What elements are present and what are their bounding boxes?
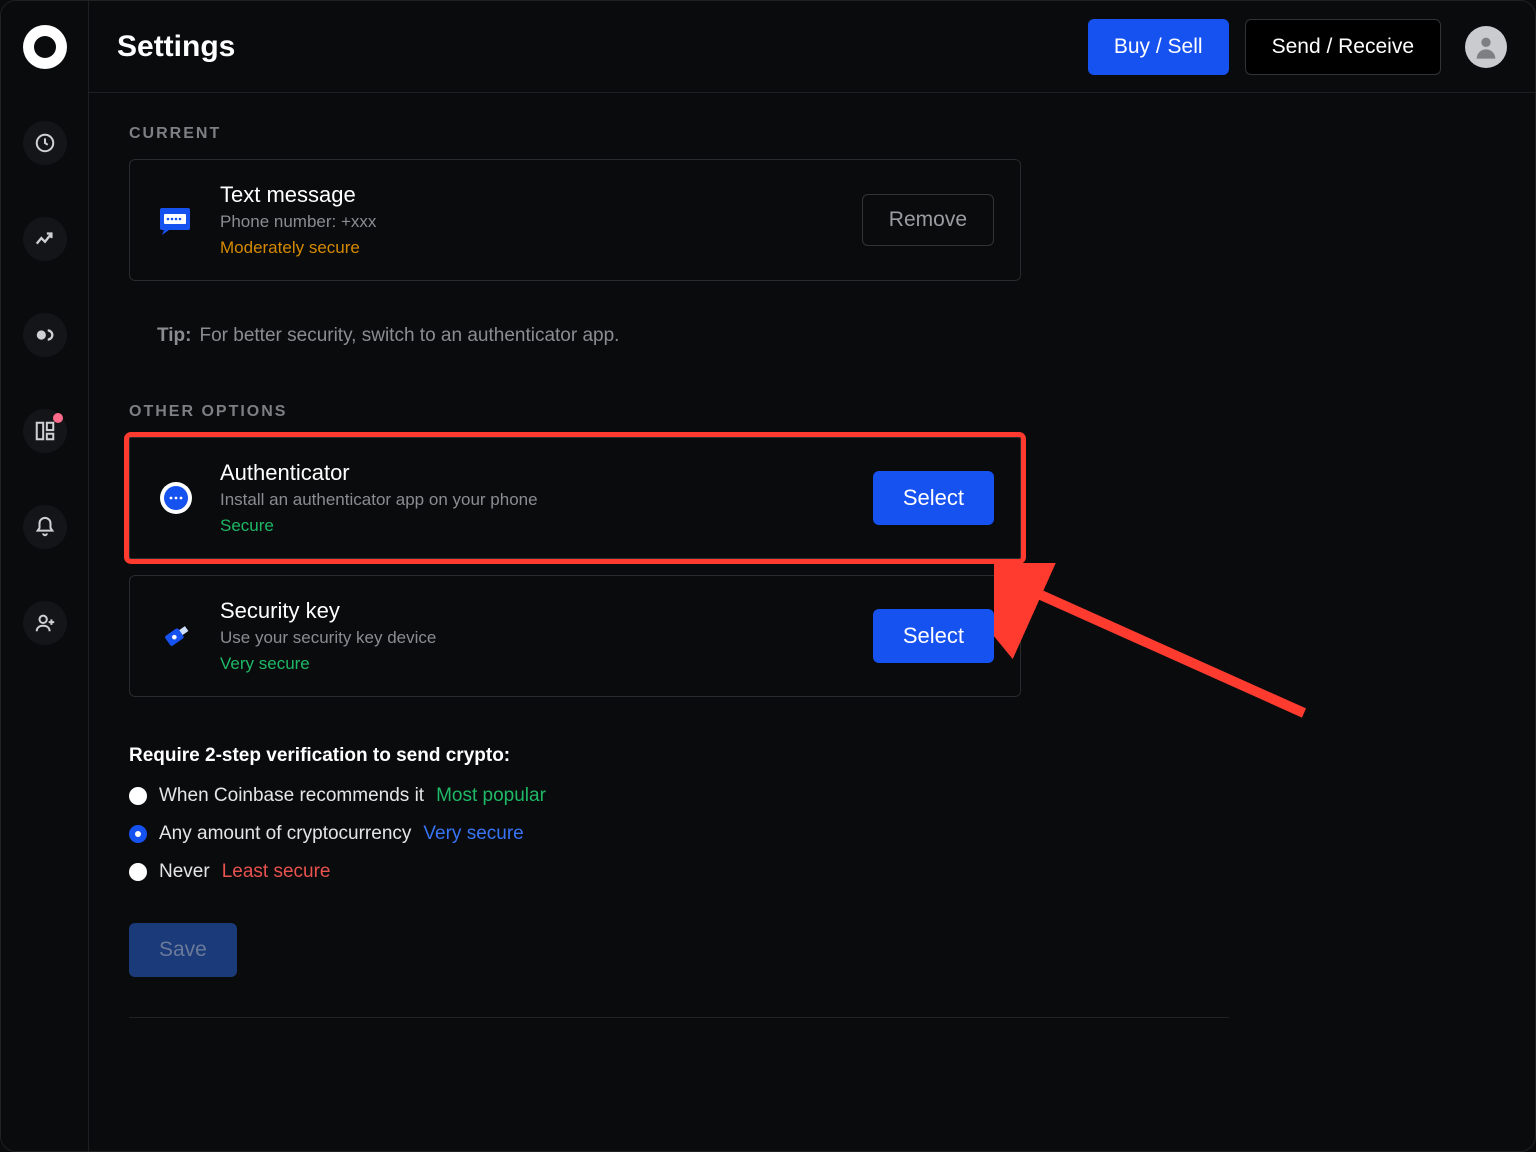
send-receive-button[interactable]: Send / Receive	[1245, 19, 1441, 75]
radio-recommended[interactable]: When Coinbase recommends it Most popular	[129, 785, 1495, 807]
authenticator-card: Authenticator Install an authenticator a…	[129, 437, 1021, 559]
radio-label: Never	[159, 861, 210, 883]
tip-label: Tip:	[157, 325, 191, 347]
save-button[interactable]: Save	[129, 923, 237, 977]
avatar[interactable]	[1465, 26, 1507, 68]
security-key-select-button[interactable]: Select	[873, 609, 994, 663]
buy-sell-button[interactable]: Buy / Sell	[1088, 19, 1229, 75]
authenticator-sub: Install an authenticator app on your pho…	[220, 490, 873, 510]
topbar: Settings Buy / Sell Send / Receive	[89, 1, 1535, 93]
radio-icon	[129, 787, 147, 805]
radio-never[interactable]: Never Least secure	[129, 861, 1495, 883]
authenticator-select-button[interactable]: Select	[873, 471, 994, 525]
logo-icon[interactable]	[23, 25, 67, 69]
security-key-card: Security key Use your security key devic…	[129, 575, 1021, 697]
current-method-sub: Phone number: +xxx	[220, 212, 862, 232]
radio-icon	[129, 863, 147, 881]
divider	[129, 1017, 1229, 1018]
radio-icon	[129, 825, 147, 843]
radio-tag: Very secure	[423, 823, 523, 845]
radio-label: Any amount of cryptocurrency	[159, 823, 411, 845]
notification-dot-icon	[53, 413, 63, 423]
other-options-label: OTHER OPTIONS	[129, 403, 1495, 421]
page-title: Settings	[117, 30, 1088, 64]
current-method-card: Text message Phone number: +xxx Moderate…	[129, 159, 1021, 281]
notifications-icon[interactable]	[23, 505, 67, 549]
current-method-title: Text message	[220, 182, 862, 208]
require-title: Require 2-step verification to send cryp…	[129, 745, 1495, 767]
authenticator-tag: Secure	[220, 516, 873, 536]
tip-row: Tip: For better security, switch to an a…	[157, 325, 1495, 347]
security-key-tag: Very secure	[220, 654, 873, 674]
dashboard-icon[interactable]	[23, 409, 67, 453]
security-key-sub: Use your security key device	[220, 628, 873, 648]
remove-button[interactable]: Remove	[862, 194, 994, 246]
radio-tag: Least secure	[222, 861, 331, 883]
radio-label: When Coinbase recommends it	[159, 785, 424, 807]
tip-text: For better security, switch to an authen…	[199, 325, 619, 347]
home-icon[interactable]	[23, 121, 67, 165]
invite-icon[interactable]	[23, 601, 67, 645]
trending-icon[interactable]	[23, 217, 67, 261]
security-key-icon	[156, 616, 196, 656]
content-area: CURRENT Text message Phone number: +xxx …	[89, 93, 1535, 1050]
authenticator-title: Authenticator	[220, 460, 873, 486]
sidebar	[1, 1, 89, 1151]
authenticator-icon	[156, 478, 196, 518]
explore-icon[interactable]	[23, 313, 67, 357]
current-method-tag: Moderately secure	[220, 238, 862, 258]
radio-tag: Most popular	[436, 785, 546, 807]
security-key-title: Security key	[220, 598, 873, 624]
current-section-label: CURRENT	[129, 125, 1495, 143]
sms-icon	[156, 200, 196, 240]
radio-any-amount[interactable]: Any amount of cryptocurrency Very secure	[129, 823, 1495, 845]
